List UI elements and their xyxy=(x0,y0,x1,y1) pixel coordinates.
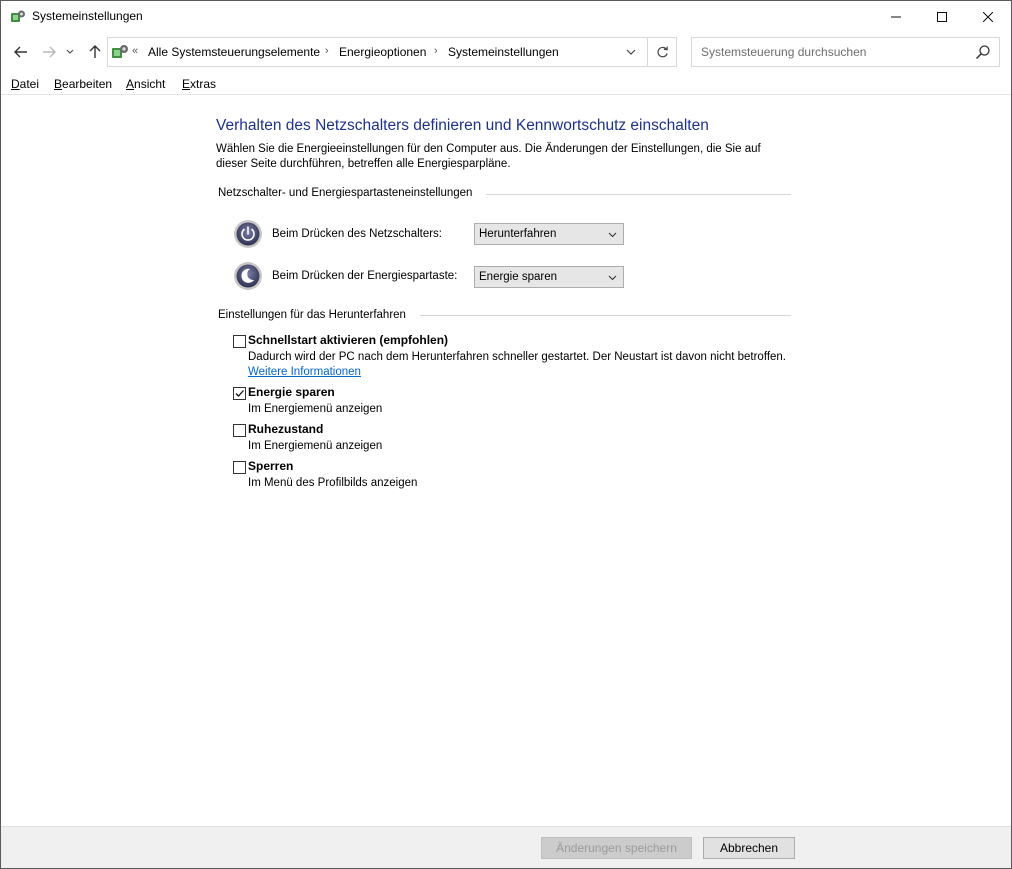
sleep-option-description: Im Energiemenü anzeigen xyxy=(248,403,383,415)
chevron-down-icon xyxy=(608,275,617,281)
hibernate-option-title[interactable]: Ruhezustand xyxy=(248,422,323,436)
maximize-icon xyxy=(937,11,947,22)
menu-bearbeiten-accel: B xyxy=(54,77,63,91)
menu-bearbeiten[interactable]: Bearbeiten xyxy=(54,77,112,91)
sleep-button-value: Energie sparen xyxy=(479,271,557,283)
chevron-down-icon xyxy=(66,49,74,54)
menu-extras-label: xtras xyxy=(190,77,217,91)
menu-ansicht-label: nsicht xyxy=(134,77,166,91)
arrow-left-icon xyxy=(14,46,27,58)
breadcrumb-systemeinstellungen[interactable]: Systemeinstellungen xyxy=(448,45,559,59)
checkmark-icon xyxy=(235,390,244,397)
up-button[interactable] xyxy=(84,41,106,63)
sleep-option-checkbox[interactable] xyxy=(233,387,246,400)
hibernate-option-checkbox[interactable] xyxy=(233,424,246,437)
minimize-icon xyxy=(891,16,901,17)
forward-button[interactable] xyxy=(38,41,60,63)
button-settings-heading: Netzschalter- und Energiespartasteneinst… xyxy=(218,187,473,199)
sleep-button-label: Beim Drücken der Energiespartaste: xyxy=(272,270,458,282)
fast-startup-title[interactable]: Schnellstart aktivieren (empfohlen) xyxy=(248,333,448,347)
menu-extras-accel: E xyxy=(182,77,191,91)
recent-pages-button[interactable] xyxy=(63,41,77,63)
breadcrumb-separator[interactable]: › xyxy=(434,45,438,57)
sleep-option-title[interactable]: Energie sparen xyxy=(248,385,335,399)
breadcrumb-energieoptionen[interactable]: Energieoptionen xyxy=(339,45,426,59)
menu-ansicht-accel: A xyxy=(126,77,135,91)
search-box xyxy=(691,37,1000,67)
chevron-down-icon xyxy=(608,232,617,238)
hibernate-option-description: Im Energiemenü anzeigen xyxy=(248,440,383,452)
page-title: Verhalten des Netzschalters definieren u… xyxy=(216,117,709,134)
menu-bearbeiten-label: earbeiten xyxy=(62,77,113,91)
close-icon xyxy=(983,11,993,22)
maximize-button[interactable] xyxy=(919,1,965,32)
menu-bar: Datei Bearbeiten Ansicht Extras xyxy=(1,73,1011,95)
breadcrumb-separator[interactable]: › xyxy=(325,45,329,57)
fast-startup-desc-text: Dadurch wird der PC nach dem Herunterfah… xyxy=(248,351,787,363)
address-dropdown-button[interactable] xyxy=(621,42,641,62)
search-icon[interactable] xyxy=(975,44,991,60)
back-button[interactable] xyxy=(10,41,32,63)
content-area: Verhalten des Netzschalters definieren u… xyxy=(1,96,1011,826)
breadcrumb-all-items[interactable]: Alle Systemsteuerungselemente xyxy=(148,45,320,59)
more-info-link[interactable]: Weitere Informationen xyxy=(248,366,361,378)
search-input[interactable] xyxy=(693,39,963,65)
arrow-right-icon xyxy=(43,46,56,58)
refresh-button[interactable] xyxy=(647,37,677,67)
window-title: Systemeinstellungen xyxy=(32,9,143,23)
power-button-select[interactable]: Herunterfahren xyxy=(474,223,624,245)
menu-datei-label: atei xyxy=(19,77,40,91)
save-changes-button[interactable]: Änderungen speichern xyxy=(541,837,692,859)
system-settings-icon xyxy=(11,10,25,22)
window: Systemeinstellungen « Alle Systemsteueru… xyxy=(0,0,1012,869)
group-divider xyxy=(486,194,791,195)
lock-option-checkbox[interactable] xyxy=(233,461,246,474)
title-bar[interactable]: Systemeinstellungen xyxy=(1,1,1011,32)
power-button-value: Herunterfahren xyxy=(479,228,557,240)
footer-bar: Änderungen speichern Abbrechen xyxy=(1,826,1011,868)
menu-datei[interactable]: Datei xyxy=(11,77,39,91)
sleep-button-select[interactable]: Energie sparen xyxy=(474,266,624,288)
shutdown-settings-heading: Einstellungen für das Herunterfahren xyxy=(218,309,406,321)
page-description: Wählen Sie die Energieeinstellungen für … xyxy=(216,143,761,170)
control-panel-icon xyxy=(112,45,128,58)
cancel-button[interactable]: Abbrechen xyxy=(703,837,795,859)
power-button-label: Beim Drücken des Netzschalters: xyxy=(272,228,443,240)
fast-startup-description: Dadurch wird der PC nach dem Herunterfah… xyxy=(248,350,788,380)
power-button-icon xyxy=(234,220,262,248)
chevron-down-icon xyxy=(626,49,636,55)
refresh-icon xyxy=(657,45,668,57)
address-bar[interactable]: « Alle Systemsteuerungselemente › Energi… xyxy=(107,37,677,67)
lock-option-title[interactable]: Sperren xyxy=(248,459,293,473)
lock-option-description: Im Menü des Profilbilds anzeigen xyxy=(248,477,418,489)
menu-datei-accel: D xyxy=(11,77,20,91)
navigation-bar: « Alle Systemsteuerungselemente › Energi… xyxy=(1,35,1011,69)
fast-startup-checkbox[interactable] xyxy=(233,335,246,348)
address-overflow[interactable]: « xyxy=(132,45,138,57)
sleep-button-icon xyxy=(234,262,262,290)
menu-ansicht[interactable]: Ansicht xyxy=(126,77,165,91)
menu-extras[interactable]: Extras xyxy=(182,77,216,91)
arrow-up-icon xyxy=(89,45,101,58)
minimize-button[interactable] xyxy=(873,1,919,32)
close-button[interactable] xyxy=(965,1,1011,32)
group-divider xyxy=(420,315,791,316)
